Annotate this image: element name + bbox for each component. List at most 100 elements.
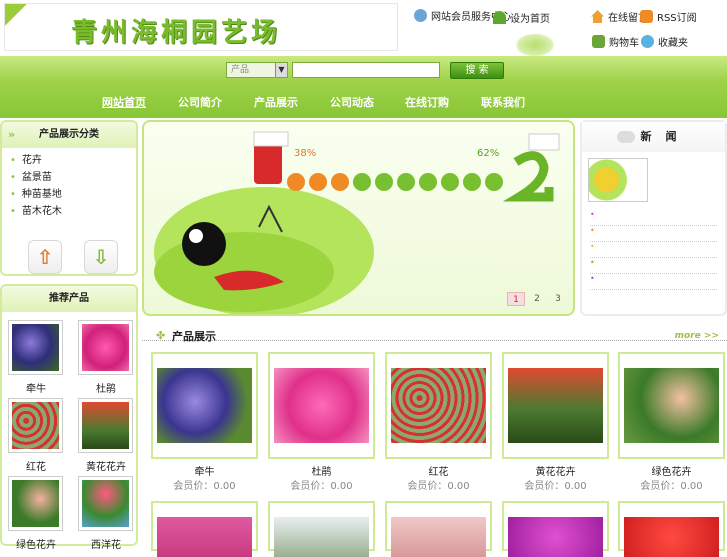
- price-value: 0.00: [564, 481, 587, 492]
- product-image: [157, 368, 252, 443]
- hot-tag: [5, 4, 27, 26]
- price-value: 0.00: [447, 481, 470, 492]
- flower-image: [82, 480, 129, 527]
- recommend-item[interactable]: 牵牛: [8, 320, 64, 395]
- news-item[interactable]: •: [590, 210, 717, 226]
- search-select-value: 产品: [231, 65, 250, 75]
- news-thumbnail[interactable]: [588, 158, 648, 202]
- price-label: 会员价：: [407, 481, 448, 492]
- favorites-link[interactable]: 收藏夹: [641, 34, 688, 49]
- menu-item-news[interactable]: 公司动态: [322, 94, 382, 110]
- product-image: [391, 517, 486, 557]
- leaf-icon: ✤: [156, 329, 166, 342]
- flower-image: [12, 402, 59, 449]
- product-name: 绿色花卉: [651, 467, 692, 478]
- recommend-item[interactable]: 杜鹃: [78, 320, 134, 395]
- product-name: 黄花花卉: [535, 467, 576, 478]
- page-button[interactable]: 2: [528, 292, 546, 306]
- news-title: 新闻: [640, 130, 691, 143]
- category-panel-title: 产品展示分类: [39, 129, 99, 140]
- product-card[interactable]: 绿色花卉 会员价：0.00: [618, 352, 725, 492]
- banner-slideshow[interactable]: 38% 62% 1 2 3: [142, 120, 575, 316]
- products-title: 产品展示: [172, 330, 216, 343]
- arrow-up-icon[interactable]: ⇧: [28, 240, 62, 274]
- products-section-header: ✤ 产品展示 more >>: [142, 326, 727, 348]
- chat-icon: [641, 35, 654, 48]
- recommend-item-name: 杜鹃: [96, 384, 116, 395]
- news-item[interactable]: •: [590, 242, 717, 258]
- house-icon: [591, 10, 604, 23]
- price-value: 0.00: [330, 481, 353, 492]
- product-image: [274, 517, 369, 557]
- search-button[interactable]: 搜 索: [450, 62, 504, 79]
- news-panel: 新闻 • • • • •: [580, 120, 727, 316]
- recommend-panel-header: 推荐产品: [2, 286, 136, 312]
- product-image: [508, 368, 603, 443]
- page-button[interactable]: 3: [549, 292, 567, 306]
- main-menu: 网站首页 公司简介 产品展示 公司动态 在线订购 联系我们: [0, 92, 727, 112]
- arrow-down-icon[interactable]: ⇩: [84, 240, 118, 274]
- menu-item-contact[interactable]: 联系我们: [473, 94, 533, 110]
- product-card[interactable]: [618, 501, 725, 557]
- page-button[interactable]: 1: [507, 292, 525, 306]
- price-value: 0.00: [213, 481, 236, 492]
- news-item[interactable]: •: [590, 274, 717, 290]
- recommend-panel: 推荐产品 牵牛 杜鹃 红花 黄花花卉 绿色花卉 西洋花: [0, 284, 138, 551]
- recommend-item[interactable]: 红花: [8, 398, 64, 473]
- search-category-select[interactable]: 产品 ▼: [226, 62, 288, 78]
- recommend-item[interactable]: 黄花花卉: [78, 398, 134, 473]
- product-image: [624, 368, 719, 443]
- menu-item-home[interactable]: 网站首页: [94, 94, 154, 110]
- menu-item-products[interactable]: 产品展示: [246, 94, 306, 110]
- more-link[interactable]: more >>: [675, 331, 719, 341]
- box-icon: [592, 35, 605, 48]
- cart-link[interactable]: 购物车: [592, 34, 639, 49]
- category-item[interactable]: 盆景苗: [10, 169, 128, 186]
- site-logo[interactable]: 青州海桐园艺场: [4, 3, 398, 51]
- chevron-down-icon: ▼: [275, 63, 287, 77]
- product-name: 红花: [428, 467, 449, 478]
- product-name: 牵牛: [194, 467, 215, 478]
- category-item[interactable]: 种苗基地: [10, 186, 128, 203]
- plant-icon: [493, 11, 506, 24]
- product-card[interactable]: 牵牛 会员价：0.00: [151, 352, 258, 492]
- price-value: 0.00: [680, 481, 703, 492]
- recommend-item-name: 绿色花卉: [16, 540, 56, 551]
- product-price: 会员价：0.00: [151, 477, 258, 492]
- banner-illustration: [154, 131, 560, 314]
- product-price: 会员价：0.00: [502, 477, 609, 492]
- news-item[interactable]: •: [590, 226, 717, 242]
- set-home-link[interactable]: 设为首页: [493, 10, 550, 25]
- product-card[interactable]: 杜鹃 会员价：0.00: [268, 352, 375, 492]
- recommend-panel-title: 推荐产品: [49, 293, 89, 304]
- product-card[interactable]: 红花 会员价：0.00: [385, 352, 492, 492]
- product-image: [274, 368, 369, 443]
- product-card[interactable]: [385, 501, 492, 557]
- menu-item-order[interactable]: 在线订购: [397, 94, 457, 110]
- price-label: 会员价：: [290, 481, 331, 492]
- rss-link[interactable]: RSS订阅: [640, 9, 697, 24]
- recommend-item[interactable]: 西洋花: [78, 476, 134, 551]
- product-card[interactable]: [268, 501, 375, 557]
- price-label: 会员价：: [640, 481, 681, 492]
- flower-image: [82, 324, 129, 371]
- product-card[interactable]: [151, 501, 258, 557]
- product-name: 杜鹃: [311, 467, 332, 478]
- category-item[interactable]: 苗木花木: [10, 203, 128, 220]
- product-image: [391, 368, 486, 443]
- news-panel-header: 新闻: [582, 122, 725, 152]
- recommend-item[interactable]: 绿色花卉: [8, 476, 64, 551]
- favorites-label: 收藏夹: [658, 38, 688, 49]
- recommend-item-name: 黄花花卉: [86, 462, 126, 473]
- product-price: 会员价：0.00: [618, 477, 725, 492]
- rss-label: RSS订阅: [657, 13, 697, 24]
- news-item[interactable]: •: [590, 258, 717, 274]
- category-item[interactable]: 花卉: [10, 152, 128, 169]
- percent-left: 38%: [294, 148, 317, 159]
- product-card[interactable]: [502, 501, 609, 557]
- search-input[interactable]: [292, 62, 440, 78]
- product-image: [157, 517, 252, 557]
- product-card[interactable]: 黄花花卉 会员价：0.00: [502, 352, 609, 492]
- menu-item-about[interactable]: 公司简介: [170, 94, 230, 110]
- user-icon: [414, 9, 427, 22]
